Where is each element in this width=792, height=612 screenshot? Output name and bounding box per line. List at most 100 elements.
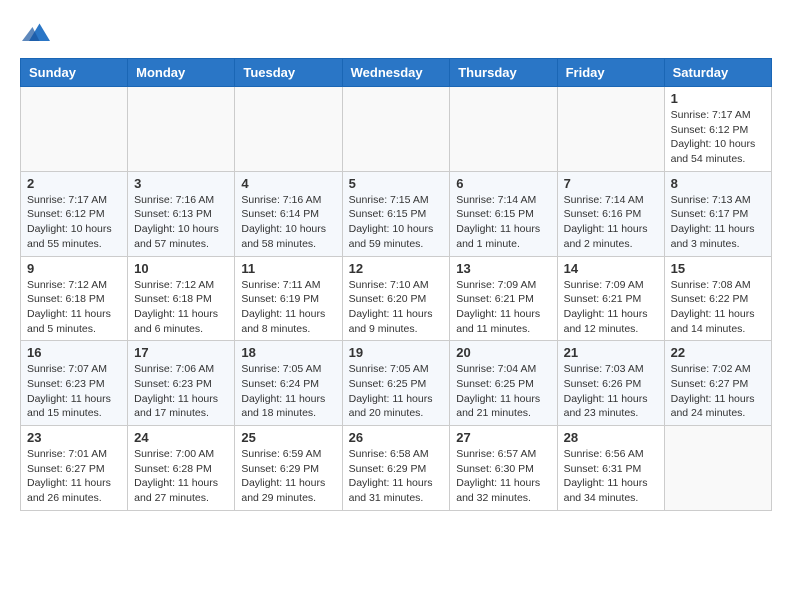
day-info: Sunrise: 7:17 AM Sunset: 6:12 PM Dayligh… — [671, 108, 765, 167]
calendar-day-cell: 8 Sunrise: 7:13 AM Sunset: 6:17 PM Daylig… — [664, 171, 771, 256]
calendar-day-cell: 28 Sunrise: 6:56 AM Sunset: 6:31 PM Dayli… — [557, 426, 664, 511]
day-info: Sunrise: 7:04 AM Sunset: 6:25 PM Dayligh… — [456, 362, 550, 421]
day-info: Sunrise: 7:01 AM Sunset: 6:27 PM Dayligh… — [27, 447, 121, 506]
calendar-week-row: 23 Sunrise: 7:01 AM Sunset: 6:27 PM Dayli… — [21, 426, 772, 511]
calendar-day-cell: 20 Sunrise: 7:04 AM Sunset: 6:25 PM Dayli… — [450, 341, 557, 426]
day-info: Sunrise: 7:15 AM Sunset: 6:15 PM Dayligh… — [349, 193, 444, 252]
weekday-header: Monday — [128, 59, 235, 87]
calendar-week-row: 2 Sunrise: 7:17 AM Sunset: 6:12 PM Daylig… — [21, 171, 772, 256]
day-number: 12 — [349, 261, 444, 276]
day-number: 15 — [671, 261, 765, 276]
day-info: Sunrise: 6:56 AM Sunset: 6:31 PM Dayligh… — [564, 447, 658, 506]
calendar-day-cell: 13 Sunrise: 7:09 AM Sunset: 6:21 PM Dayli… — [450, 256, 557, 341]
calendar-day-cell: 16Sunrise: 7:07 AM Sunset: 6:23 PM Dayli… — [21, 341, 128, 426]
day-info: Sunrise: 7:16 AM Sunset: 6:13 PM Dayligh… — [134, 193, 228, 252]
calendar-day-cell: 3 Sunrise: 7:16 AM Sunset: 6:13 PM Daylig… — [128, 171, 235, 256]
calendar-day-cell: 1 Sunrise: 7:17 AM Sunset: 6:12 PM Daylig… — [664, 87, 771, 172]
calendar-day-cell: 15 Sunrise: 7:08 AM Sunset: 6:22 PM Dayli… — [664, 256, 771, 341]
calendar-day-cell: 14 Sunrise: 7:09 AM Sunset: 6:21 PM Dayli… — [557, 256, 664, 341]
weekday-header: Tuesday — [235, 59, 342, 87]
calendar-day-cell — [450, 87, 557, 172]
day-number: 27 — [456, 430, 550, 445]
calendar-day-cell: 9Sunrise: 7:12 AM Sunset: 6:18 PM Daylig… — [21, 256, 128, 341]
day-number: 21 — [564, 345, 658, 360]
day-number: 26 — [349, 430, 444, 445]
calendar-day-cell — [342, 87, 450, 172]
day-info: Sunrise: 7:03 AM Sunset: 6:26 PM Dayligh… — [564, 362, 658, 421]
day-number: 24 — [134, 430, 228, 445]
calendar-day-cell: 25Sunrise: 6:59 AM Sunset: 6:29 PM Dayli… — [235, 426, 342, 511]
calendar-day-cell: 27 Sunrise: 6:57 AM Sunset: 6:30 PM Dayli… — [450, 426, 557, 511]
calendar-day-cell: 23 Sunrise: 7:01 AM Sunset: 6:27 PM Dayli… — [21, 426, 128, 511]
calendar-day-cell: 17 Sunrise: 7:06 AM Sunset: 6:23 PM Dayli… — [128, 341, 235, 426]
calendar-day-cell: 19 Sunrise: 7:05 AM Sunset: 6:25 PM Dayli… — [342, 341, 450, 426]
day-number: 7 — [564, 176, 658, 191]
day-number: 8 — [671, 176, 765, 191]
day-info: Sunrise: 6:58 AM Sunset: 6:29 PM Dayligh… — [349, 447, 444, 506]
weekday-header: Sunday — [21, 59, 128, 87]
calendar-week-row: 16Sunrise: 7:07 AM Sunset: 6:23 PM Dayli… — [21, 341, 772, 426]
day-info: Sunrise: 7:12 AM Sunset: 6:18 PM Dayligh… — [134, 278, 228, 337]
day-info: Sunrise: 7:10 AM Sunset: 6:20 PM Dayligh… — [349, 278, 444, 337]
day-number: 22 — [671, 345, 765, 360]
calendar-day-cell: 22 Sunrise: 7:02 AM Sunset: 6:27 PM Dayli… — [664, 341, 771, 426]
calendar-day-cell: 26 Sunrise: 6:58 AM Sunset: 6:29 PM Dayli… — [342, 426, 450, 511]
calendar-table: SundayMondayTuesdayWednesdayThursdayFrid… — [20, 58, 772, 511]
day-number: 5 — [349, 176, 444, 191]
day-number: 9 — [27, 261, 121, 276]
calendar-day-cell: 4Sunrise: 7:16 AM Sunset: 6:14 PM Daylig… — [235, 171, 342, 256]
day-info: Sunrise: 7:13 AM Sunset: 6:17 PM Dayligh… — [671, 193, 765, 252]
weekday-header: Friday — [557, 59, 664, 87]
calendar-day-cell: 21 Sunrise: 7:03 AM Sunset: 6:26 PM Dayli… — [557, 341, 664, 426]
calendar-week-row: 9 Sunrise: 7:12 AM Sunset: 6:18 PM Daylig… — [21, 256, 772, 341]
day-number: 28 — [564, 430, 658, 445]
calendar-day-cell: 7 Sunrise: 7:14 AM Sunset: 6:16 PM Daylig… — [557, 171, 664, 256]
day-info: Sunrise: 6:59 AM Sunset: 6:29 PM Dayligh… — [241, 447, 335, 506]
day-info: Sunrise: 7:02 AM Sunset: 6:27 PM Dayligh… — [671, 362, 765, 421]
day-info: Sunrise: 7:05 AM Sunset: 6:24 PM Dayligh… — [241, 362, 335, 421]
calendar-day-cell — [235, 87, 342, 172]
weekday-header: Wednesday — [342, 59, 450, 87]
calendar-day-cell: 11 Sunrise: 7:11 AM Sunset: 6:19 PM Dayli… — [235, 256, 342, 341]
day-info: Sunrise: 7:16 AM Sunset: 6:14 PM Dayligh… — [241, 193, 335, 252]
calendar-day-cell: 10 Sunrise: 7:12 AM Sunset: 6:18 PM Dayli… — [128, 256, 235, 341]
day-info: Sunrise: 7:00 AM Sunset: 6:28 PM Dayligh… — [134, 447, 228, 506]
calendar-header-row: SundayMondayTuesdayWednesdayThursdayFrid… — [21, 59, 772, 87]
day-info: Sunrise: 7:09 AM Sunset: 6:21 PM Dayligh… — [456, 278, 550, 337]
day-number: 3 — [134, 176, 228, 191]
calendar-week-row: 1 Sunrise: 7:17 AM Sunset: 6:12 PM Daylig… — [21, 87, 772, 172]
day-number: 1 — [671, 91, 765, 106]
day-number: 18 — [241, 345, 335, 360]
day-info: Sunrise: 7:07 AM Sunset: 6:23 PM Dayligh… — [27, 362, 121, 421]
day-number: 2 — [27, 176, 121, 191]
logo — [20, 20, 50, 48]
day-number: 13 — [456, 261, 550, 276]
calendar-day-cell: 18 Sunrise: 7:05 AM Sunset: 6:24 PM Dayli… — [235, 341, 342, 426]
day-info: Sunrise: 7:11 AM Sunset: 6:19 PM Dayligh… — [241, 278, 335, 337]
day-number: 11 — [241, 261, 335, 276]
day-number: 14 — [564, 261, 658, 276]
calendar-day-cell — [557, 87, 664, 172]
day-info: Sunrise: 7:08 AM Sunset: 6:22 PM Dayligh… — [671, 278, 765, 337]
weekday-header: Saturday — [664, 59, 771, 87]
calendar-day-cell — [664, 426, 771, 511]
day-number: 6 — [456, 176, 550, 191]
day-info: Sunrise: 7:14 AM Sunset: 6:15 PM Dayligh… — [456, 193, 550, 252]
day-info: Sunrise: 7:05 AM Sunset: 6:25 PM Dayligh… — [349, 362, 444, 421]
day-info: Sunrise: 6:57 AM Sunset: 6:30 PM Dayligh… — [456, 447, 550, 506]
calendar-day-cell: 6 Sunrise: 7:14 AM Sunset: 6:15 PM Daylig… — [450, 171, 557, 256]
day-info: Sunrise: 7:17 AM Sunset: 6:12 PM Dayligh… — [27, 193, 121, 252]
calendar-day-cell: 5 Sunrise: 7:15 AM Sunset: 6:15 PM Daylig… — [342, 171, 450, 256]
calendar-day-cell — [128, 87, 235, 172]
day-info: Sunrise: 7:09 AM Sunset: 6:21 PM Dayligh… — [564, 278, 658, 337]
day-info: Sunrise: 7:14 AM Sunset: 6:16 PM Dayligh… — [564, 193, 658, 252]
day-info: Sunrise: 7:06 AM Sunset: 6:23 PM Dayligh… — [134, 362, 228, 421]
calendar-day-cell: 12 Sunrise: 7:10 AM Sunset: 6:20 PM Dayli… — [342, 256, 450, 341]
calendar-day-cell: 24 Sunrise: 7:00 AM Sunset: 6:28 PM Dayli… — [128, 426, 235, 511]
day-number: 17 — [134, 345, 228, 360]
day-number: 10 — [134, 261, 228, 276]
day-number: 20 — [456, 345, 550, 360]
page-header — [20, 20, 772, 48]
day-number: 19 — [349, 345, 444, 360]
day-number: 23 — [27, 430, 121, 445]
